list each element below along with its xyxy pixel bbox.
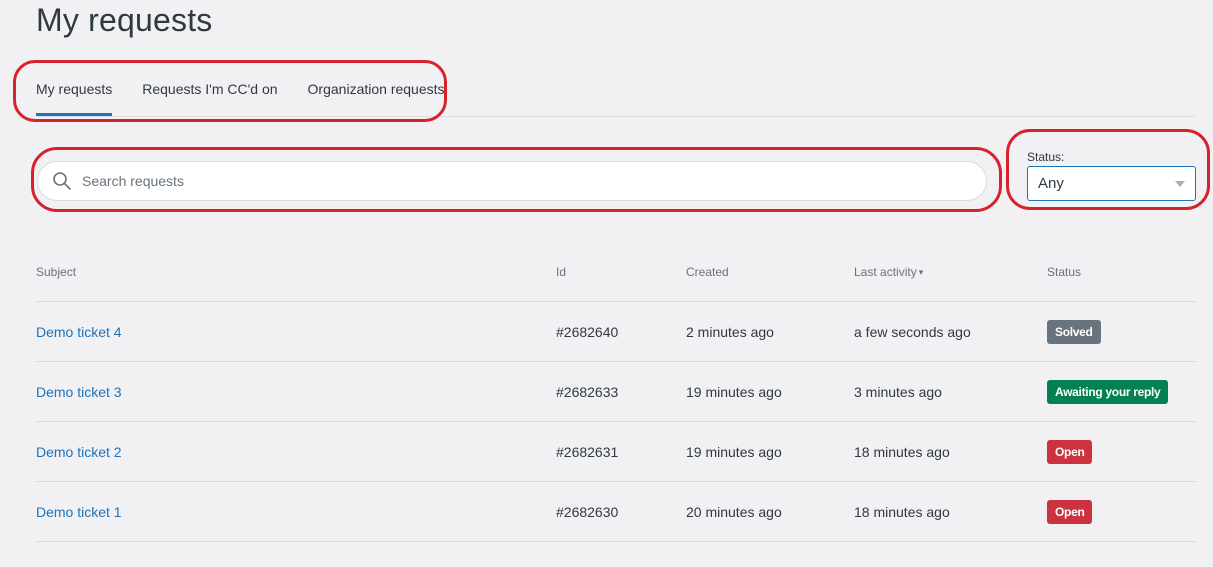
ticket-id: #2682640 <box>556 323 619 340</box>
tab-my-requests[interactable]: My requests <box>36 64 113 116</box>
ticket-created: 2 minutes ago <box>686 323 774 340</box>
status-badge: Open <box>1047 499 1093 524</box>
header-subject[interactable]: Subject <box>36 265 76 279</box>
ticket-id: #2682630 <box>556 503 619 520</box>
table-row: Demo ticket 1 #2682630 20 minutes ago 18… <box>36 482 1196 542</box>
ticket-last-activity: 18 minutes ago <box>854 503 950 520</box>
ticket-id: #2682631 <box>556 443 619 460</box>
ticket-subject-link[interactable]: Demo ticket 1 <box>36 504 122 520</box>
ticket-subject-link[interactable]: Demo ticket 3 <box>36 384 122 400</box>
chevron-down-icon <box>1175 180 1185 187</box>
status-badge: Solved <box>1047 319 1101 344</box>
tab-organization-requests[interactable]: Organization requests <box>308 64 445 116</box>
tab-requests-cc[interactable]: Requests I'm CC'd on <box>142 64 277 116</box>
status-filter-label: Status: <box>1027 150 1065 164</box>
ticket-created: 19 minutes ago <box>686 443 782 460</box>
header-last-activity-label: Last activity <box>854 264 917 279</box>
ticket-last-activity: 3 minutes ago <box>854 383 942 400</box>
search-bar[interactable] <box>37 161 987 201</box>
ticket-last-activity: 18 minutes ago <box>854 443 950 460</box>
header-created[interactable]: Created <box>686 265 729 279</box>
header-id[interactable]: Id <box>556 265 566 279</box>
requests-table: Subject Id Created Last activity ▾ Status… <box>36 242 1196 542</box>
ticket-last-activity: a few seconds ago <box>854 323 971 340</box>
status-filter-value: Any <box>1038 175 1064 192</box>
ticket-id: #2682633 <box>556 383 619 400</box>
table-header: Subject Id Created Last activity ▾ Status <box>36 242 1196 302</box>
status-badge: Open <box>1047 439 1093 464</box>
ticket-subject-link[interactable]: Demo ticket 2 <box>36 444 122 460</box>
status-filter-select[interactable]: Any <box>1027 166 1196 201</box>
header-last-activity[interactable]: Last activity ▾ <box>854 265 923 279</box>
ticket-created: 20 minutes ago <box>686 503 782 520</box>
ticket-subject-link[interactable]: Demo ticket 4 <box>36 324 122 340</box>
status-badge: Awaiting your reply <box>1047 379 1169 404</box>
header-status[interactable]: Status <box>1047 265 1081 279</box>
search-input[interactable] <box>80 172 964 190</box>
sort-desc-icon: ▾ <box>918 266 924 277</box>
table-row: Demo ticket 3 #2682633 19 minutes ago 3 … <box>36 362 1196 422</box>
search-icon <box>52 171 72 191</box>
table-row: Demo ticket 2 #2682631 19 minutes ago 18… <box>36 422 1196 482</box>
table-row: Demo ticket 4 #2682640 2 minutes ago a f… <box>36 302 1196 362</box>
page-title: My requests <box>36 2 213 38</box>
request-tabs: My requests Requests I'm CC'd on Organiz… <box>36 64 1195 117</box>
ticket-created: 19 minutes ago <box>686 383 782 400</box>
